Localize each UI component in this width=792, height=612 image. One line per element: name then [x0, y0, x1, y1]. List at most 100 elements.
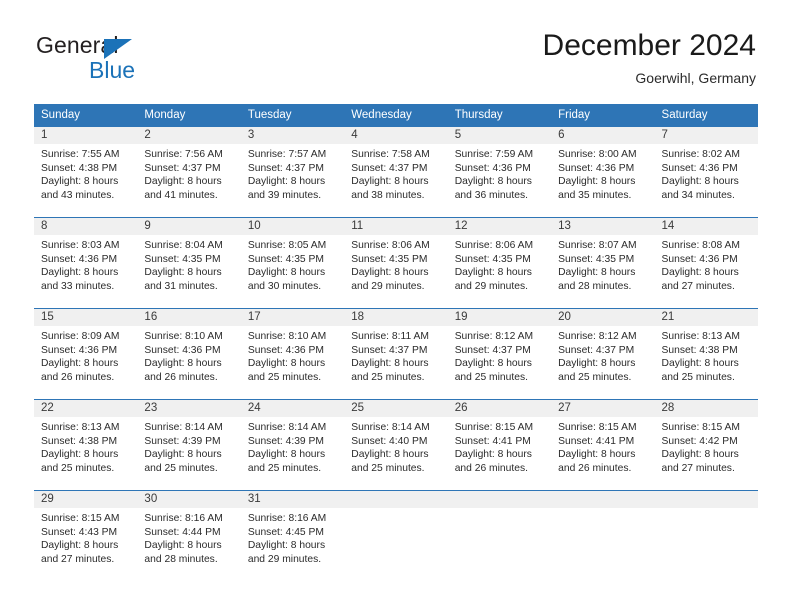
day-cell[interactable]: 26 Sunrise: 8:15 AM Sunset: 4:41 PM Dayligh…: [447, 400, 552, 490]
weekday-header-friday: Friday: [551, 104, 655, 127]
calendar-grid: Sunday Monday Tuesday Wednesday Thursday…: [34, 104, 758, 581]
sunrise-time: Sunrise: 7:58 AM: [351, 149, 430, 160]
sunrise-time: Sunrise: 8:08 AM: [661, 240, 740, 251]
daylight-duration-line1: Daylight: 8 hours: [247, 540, 326, 552]
day-cell[interactable]: 13 Sunrise: 8:07 AM Sunset: 4:35 PM Dayligh…: [551, 218, 655, 308]
day-number: 13: [551, 218, 655, 235]
day-cell[interactable]: 11 Sunrise: 8:06 AM Sunset: 4:35 PM Dayligh…: [344, 218, 448, 308]
day-cell[interactable]: 8 Sunrise: 8:03 AM Sunset: 4:36 PM Daylight…: [34, 218, 138, 308]
day-number: 16: [137, 309, 241, 326]
day-details: Sunrise: 8:15 AM Sunset: 4:41 PM Daylight:…: [448, 417, 551, 475]
day-cell-empty: [344, 491, 448, 581]
calendar-page: General Blue December 2024 Goerwihl, Ger…: [0, 0, 792, 612]
calendar-table: Sunday Monday Tuesday Wednesday Thursday…: [34, 104, 758, 581]
day-number: 26: [447, 400, 552, 417]
day-cell[interactable]: 31 Sunrise: 8:16 AM Sunset: 4:45 PM Dayligh…: [240, 491, 345, 581]
day-cell[interactable]: 29 Sunrise: 8:15 AM Sunset: 4:43 PM Dayligh…: [34, 491, 138, 581]
day-details: Sunrise: 8:16 AM Sunset: 4:44 PM Daylight:…: [137, 508, 240, 566]
sunrise-time: Sunrise: 8:02 AM: [661, 149, 740, 160]
daylight-duration-line1: Daylight: 8 hours: [41, 540, 119, 552]
day-details: Sunrise: 8:09 AM Sunset: 4:36 PM Daylight:…: [34, 326, 137, 384]
day-number: 7: [654, 127, 758, 144]
day-number: 23: [137, 400, 241, 417]
sunset-time: Sunset: 4:44 PM: [144, 526, 221, 538]
day-details: Sunrise: 8:15 AM Sunset: 4:42 PM Daylight:…: [655, 417, 758, 475]
day-details: Sunrise: 8:14 AM Sunset: 4:39 PM Daylight:…: [137, 417, 240, 475]
calendar-body: 1 Sunrise: 7:55 AM Sunset: 4:38 PM Daylight…: [34, 126, 758, 581]
day-cell[interactable]: 22 Sunrise: 8:13 AM Sunset: 4:38 PM Dayligh…: [34, 400, 138, 490]
daylight-duration-line1: Daylight: 8 hours: [454, 449, 532, 461]
day-cell[interactable]: 7 Sunrise: 8:02 AM Sunset: 4:36 PM Daylight…: [654, 127, 758, 217]
daylight-duration-line1: Daylight: 8 hours: [41, 358, 119, 370]
day-details: [551, 508, 654, 512]
daylight-duration-line2: and 39 minutes.: [247, 189, 322, 201]
day-cell[interactable]: 4 Sunrise: 7:58 AM Sunset: 4:37 PM Daylight…: [344, 127, 448, 217]
sunrise-time: Sunrise: 8:05 AM: [247, 240, 327, 251]
sunset-time: Sunset: 4:37 PM: [351, 162, 428, 174]
day-number: 21: [654, 309, 758, 326]
day-number: 28: [654, 400, 758, 417]
sunset-time: Sunset: 4:39 PM: [144, 435, 221, 447]
day-cell[interactable]: 2 Sunrise: 7:56 AM Sunset: 4:37 PM Daylight…: [137, 127, 241, 217]
day-cell[interactable]: 1 Sunrise: 7:55 AM Sunset: 4:38 PM Daylight…: [34, 127, 138, 217]
calendar-week-row: 22 Sunrise: 8:13 AM Sunset: 4:38 PM Dayligh…: [34, 399, 758, 491]
day-cell[interactable]: 6 Sunrise: 8:00 AM Sunset: 4:36 PM Daylight…: [551, 127, 655, 217]
daylight-duration-line2: and 31 minutes.: [144, 280, 218, 292]
triangle-icon: [104, 39, 132, 59]
day-cell[interactable]: 18 Sunrise: 8:11 AM Sunset: 4:37 PM Dayligh…: [344, 309, 448, 399]
sunrise-time: Sunrise: 8:14 AM: [247, 422, 327, 433]
day-details: Sunrise: 7:55 AM Sunset: 4:38 PM Daylight:…: [34, 144, 137, 202]
sunrise-time: Sunrise: 8:16 AM: [247, 513, 327, 524]
day-cell[interactable]: 5 Sunrise: 7:59 AM Sunset: 4:36 PM Daylight…: [447, 127, 552, 217]
daylight-duration-line2: and 25 minutes.: [661, 371, 735, 383]
title-block: December 2024 Goerwihl, Germany: [543, 28, 756, 87]
sunset-time: Sunset: 4:36 PM: [41, 344, 118, 356]
day-number: 24: [240, 400, 345, 417]
daylight-duration-line1: Daylight: 8 hours: [351, 358, 429, 370]
day-number: 12: [447, 218, 552, 235]
day-cell[interactable]: 25 Sunrise: 8:14 AM Sunset: 4:40 PM Dayligh…: [344, 400, 448, 490]
daylight-duration-line2: and 28 minutes.: [558, 280, 632, 292]
daylight-duration-line1: Daylight: 8 hours: [351, 267, 429, 279]
day-number: 15: [34, 309, 138, 326]
brand-logo[interactable]: General Blue: [36, 32, 216, 88]
day-cell[interactable]: 12 Sunrise: 8:06 AM Sunset: 4:35 PM Dayligh…: [447, 218, 552, 308]
day-details: Sunrise: 8:07 AM Sunset: 4:35 PM Daylight:…: [551, 235, 654, 293]
day-details: Sunrise: 8:14 AM Sunset: 4:40 PM Daylight:…: [344, 417, 447, 475]
day-cell[interactable]: 10 Sunrise: 8:05 AM Sunset: 4:35 PM Dayligh…: [240, 218, 345, 308]
weekday-header-saturday: Saturday: [654, 104, 758, 127]
day-cell[interactable]: 3 Sunrise: 7:57 AM Sunset: 4:37 PM Daylight…: [240, 127, 345, 217]
day-details: Sunrise: 8:11 AM Sunset: 4:37 PM Daylight:…: [344, 326, 447, 384]
day-cell[interactable]: 17 Sunrise: 8:10 AM Sunset: 4:36 PM Dayligh…: [240, 309, 345, 399]
day-cell[interactable]: 14 Sunrise: 8:08 AM Sunset: 4:36 PM Dayligh…: [654, 218, 758, 308]
day-cell[interactable]: 9 Sunrise: 8:04 AM Sunset: 4:35 PM Daylight…: [137, 218, 241, 308]
sunset-time: Sunset: 4:37 PM: [558, 344, 635, 356]
sunset-time: Sunset: 4:37 PM: [454, 344, 531, 356]
day-details: Sunrise: 8:14 AM Sunset: 4:39 PM Daylight:…: [241, 417, 344, 475]
sunset-time: Sunset: 4:35 PM: [454, 253, 531, 265]
brand-name-blue: Blue: [89, 57, 136, 83]
daylight-duration-line1: Daylight: 8 hours: [144, 358, 222, 370]
day-cell[interactable]: 24 Sunrise: 8:14 AM Sunset: 4:39 PM Dayligh…: [240, 400, 345, 490]
day-cell[interactable]: 20 Sunrise: 8:12 AM Sunset: 4:37 PM Dayligh…: [551, 309, 655, 399]
day-number: 18: [344, 309, 448, 326]
day-cell[interactable]: 21 Sunrise: 8:13 AM Sunset: 4:38 PM Dayligh…: [654, 309, 758, 399]
day-details: Sunrise: 8:08 AM Sunset: 4:36 PM Daylight:…: [655, 235, 758, 293]
sunrise-time: Sunrise: 8:15 AM: [558, 422, 637, 433]
day-cell[interactable]: 16 Sunrise: 8:10 AM Sunset: 4:36 PM Dayligh…: [137, 309, 241, 399]
daylight-duration-line1: Daylight: 8 hours: [351, 449, 429, 461]
day-details: Sunrise: 8:13 AM Sunset: 4:38 PM Daylight:…: [34, 417, 137, 475]
daylight-duration-line2: and 25 minutes.: [454, 371, 528, 383]
day-number: [654, 491, 758, 508]
day-cell[interactable]: 28 Sunrise: 8:15 AM Sunset: 4:42 PM Dayligh…: [654, 400, 758, 490]
day-cell[interactable]: 30 Sunrise: 8:16 AM Sunset: 4:44 PM Dayligh…: [137, 491, 241, 581]
daylight-duration-line2: and 30 minutes.: [247, 280, 322, 292]
daylight-duration-line1: Daylight: 8 hours: [351, 176, 429, 188]
sunrise-time: Sunrise: 8:14 AM: [144, 422, 223, 433]
sunset-time: Sunset: 4:42 PM: [661, 435, 738, 447]
day-cell[interactable]: 23 Sunrise: 8:14 AM Sunset: 4:39 PM Dayligh…: [137, 400, 241, 490]
day-cell[interactable]: 19 Sunrise: 8:12 AM Sunset: 4:37 PM Dayligh…: [447, 309, 552, 399]
day-cell[interactable]: 27 Sunrise: 8:15 AM Sunset: 4:41 PM Dayligh…: [551, 400, 655, 490]
daylight-duration-line1: Daylight: 8 hours: [661, 176, 739, 188]
day-cell[interactable]: 15 Sunrise: 8:09 AM Sunset: 4:36 PM Dayligh…: [34, 309, 138, 399]
